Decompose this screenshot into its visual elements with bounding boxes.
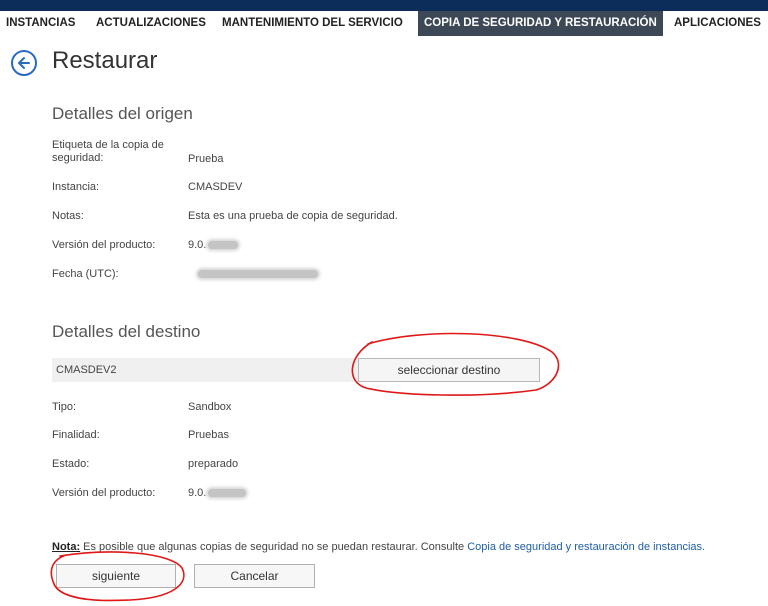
redacted-blur	[208, 489, 247, 498]
destination-version-value: 9.0.	[188, 487, 247, 499]
source-section-title: Detalles del origen	[52, 104, 193, 123]
cancel-button[interactable]: Cancelar	[194, 564, 315, 588]
instance-label: Instancia:	[52, 181, 100, 193]
status-value: preparado	[188, 458, 239, 470]
destination-version-text: 9.0.	[188, 487, 207, 499]
nav-tab-instancias[interactable]: INSTANCIAS	[0, 11, 81, 36]
back-arrow-icon	[18, 57, 30, 69]
nav-tab-actualizaciones[interactable]: ACTUALIZACIONES	[90, 11, 212, 36]
next-button[interactable]: siguiente	[56, 564, 176, 588]
redacted-blur	[198, 270, 318, 279]
instance-value: CMASDEV	[188, 181, 243, 193]
backup-label-value: Prueba	[188, 153, 224, 165]
nav-tab-aplicaciones[interactable]: APLICACIONES	[668, 11, 767, 36]
select-destination-button[interactable]: seleccionar destino	[358, 358, 540, 382]
purpose-label: Finalidad:	[52, 429, 100, 441]
nav-tab-mantenimiento[interactable]: MANTENIMIENTO DEL SERVICIO	[216, 11, 409, 36]
type-value: Sandbox	[188, 401, 232, 413]
red-annotation-overlay	[50, 332, 560, 602]
destination-version-label: Versión del producto:	[52, 487, 156, 499]
notes-value: Esta es una prueba de copia de seguridad…	[188, 210, 398, 222]
note-prefix: Nota:	[52, 541, 81, 553]
date-label: Fecha (UTC):	[52, 268, 119, 280]
page-title: Restaurar	[52, 47, 158, 74]
source-version-value: 9.0.	[188, 239, 239, 251]
back-arrow-circle-icon[interactable]	[11, 50, 37, 76]
restore-note: Nota: Es posible que algunas copias de s…	[52, 541, 705, 553]
nav-tab-copia-seguridad[interactable]: COPIA DE SEGURIDAD Y RESTAURACIÓN	[418, 11, 663, 36]
type-label: Tipo:	[52, 401, 77, 413]
source-version-label: Versión del producto:	[52, 239, 156, 251]
top-brand-bar	[0, 0, 768, 11]
date-value	[188, 268, 318, 280]
note-text: Es posible que algunas copias de segurid…	[80, 541, 468, 553]
purpose-value: Pruebas	[188, 429, 229, 441]
source-version-text: 9.0.	[188, 239, 207, 251]
status-label: Estado:	[52, 458, 90, 470]
destination-section-title: Detalles del destino	[52, 322, 201, 341]
notes-label: Notas:	[52, 210, 84, 222]
backup-restore-help-link[interactable]: Copia de seguridad y restauración de ins…	[467, 541, 705, 553]
main-nav: INSTANCIAS ACTUALIZACIONES MANTENIMIENTO…	[0, 11, 768, 36]
backup-label-label: Etiqueta de la copia de seguridad:	[52, 139, 164, 164]
redacted-blur	[208, 241, 239, 250]
